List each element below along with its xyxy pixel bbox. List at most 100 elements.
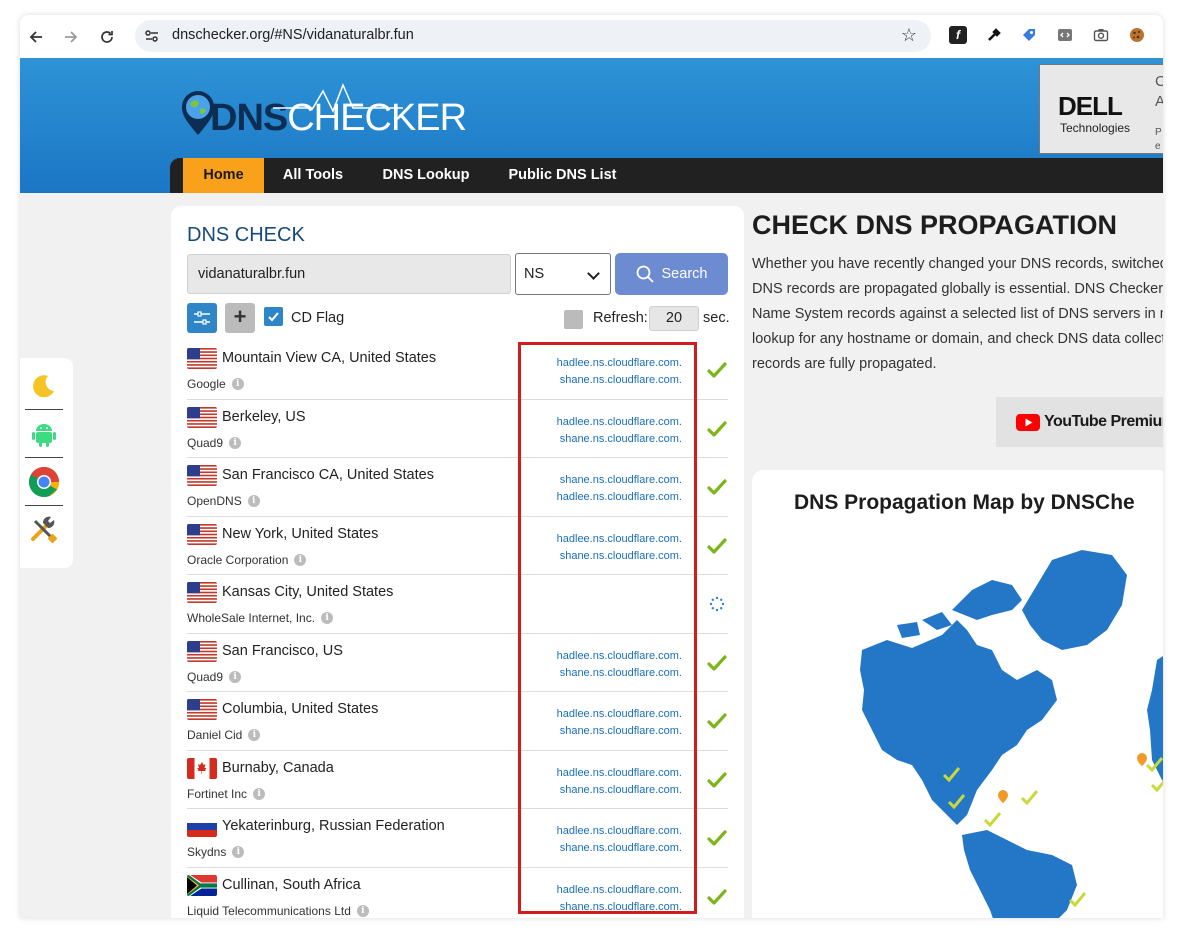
filter-settings-button[interactable] [187, 303, 217, 333]
back-icon[interactable] [23, 24, 49, 50]
forward-icon[interactable] [58, 24, 84, 50]
flag-us-icon [187, 465, 217, 486]
info-icon[interactable]: i [248, 729, 261, 741]
provider-name: Daniel Cid [187, 728, 243, 742]
check-icon [706, 652, 728, 674]
server-provider: OpenDNS i [187, 494, 260, 508]
sliders-icon [194, 311, 210, 325]
url-text: dnschecker.org/#NS/vidanaturalbr.fun [172, 27, 414, 43]
flag-us-icon [187, 348, 217, 369]
world-map[interactable] [752, 530, 1163, 918]
server-location: Berkeley, US [222, 408, 306, 425]
annotation-highlight-box [518, 342, 697, 914]
dell-ad-banner[interactable]: DELL Technologies C A P e [1039, 64, 1163, 154]
provider-name: Quad9 [187, 435, 224, 450]
pulse-line-decoration [273, 83, 403, 113]
bookmark-star-icon[interactable]: ☆ [901, 25, 917, 46]
info-icon[interactable]: i [229, 670, 242, 683]
cookie-icon[interactable] [1128, 26, 1146, 44]
server-location: San Francisco, US [222, 642, 343, 659]
eyedropper-icon[interactable] [985, 26, 1003, 44]
flag-ca-icon [187, 757, 217, 779]
info-icon[interactable]: i [231, 378, 244, 390]
provider-name: Quad9 [187, 669, 224, 684]
map-pin-icon [1137, 753, 1147, 766]
youtube-premium-ad[interactable]: YouTube Premium [996, 397, 1163, 447]
site-settings-icon[interactable] [143, 27, 161, 45]
info-icon[interactable]: i [247, 495, 260, 507]
server-provider: Quad9 i [187, 435, 242, 450]
dnschecker-logo[interactable]: DNSCHECKER [178, 83, 467, 143]
map-pin-icon [998, 790, 1008, 803]
cd-flag-checkbox[interactable] [264, 307, 283, 326]
info-icon[interactable]: i [356, 904, 369, 917]
nav-all-tools[interactable]: All Tools [270, 158, 356, 193]
nav-public-dns-list[interactable]: Public DNS List [495, 158, 630, 193]
server-provider: Oracle Corporation i [187, 553, 307, 567]
chrome-icon[interactable] [25, 458, 63, 506]
server-location: Yekaterinburg, Russian Federation [222, 818, 445, 834]
browser-window: dnschecker.org/#NS/vidanaturalbr.fun ☆ f [20, 15, 1163, 918]
ad-text-e: e [1155, 141, 1161, 152]
server-location: Columbia, United States [222, 701, 379, 717]
propagation-title: CHECK DNS PROPAGATION [752, 210, 1118, 240]
domain-input[interactable]: vidanaturalbr.fun [187, 254, 511, 294]
check-icon [706, 476, 728, 498]
description-line: Name System records against a selected l… [752, 306, 1163, 322]
server-location: New York, United States [222, 525, 379, 542]
extension-code-icon[interactable] [1056, 26, 1074, 44]
server-provider: Fortinet Inc i [187, 787, 266, 801]
refresh-checkbox[interactable] [564, 310, 583, 329]
loading-spinner-icon [706, 593, 728, 615]
propagation-map-card: DNS Propagation Map by DNSChe [752, 470, 1163, 918]
server-location: Mountain View CA, United States [222, 350, 437, 366]
description-line: records are fully propagated. [752, 356, 937, 372]
search-button-label: Search [661, 266, 708, 282]
info-icon[interactable]: i [232, 846, 245, 858]
extension-fx-icon[interactable]: f [949, 26, 967, 44]
flag-us-icon [187, 699, 217, 720]
nav-home[interactable]: Home [183, 158, 264, 193]
refresh-unit: sec. [703, 310, 730, 326]
dns-check-title: DNS CHECK [187, 224, 305, 246]
ad-text-a: A [1155, 93, 1163, 110]
refresh-seconds-input[interactable]: 20 [649, 306, 699, 331]
flag-za-icon [187, 874, 217, 896]
server-provider: Daniel Cid i [187, 728, 261, 742]
search-icon [636, 265, 654, 283]
reload-icon[interactable] [94, 24, 120, 50]
flag-ru-icon [187, 816, 217, 837]
android-icon[interactable] [25, 410, 63, 458]
info-icon[interactable]: i [253, 787, 266, 800]
server-location: Cullinan, South Africa [222, 876, 361, 893]
dark-mode-icon[interactable] [25, 362, 63, 410]
tools-icon[interactable] [25, 506, 63, 554]
server-provider: Google i [187, 377, 244, 391]
nav-dns-lookup[interactable]: DNS Lookup [370, 158, 482, 193]
check-icon [706, 535, 728, 557]
search-button[interactable]: Search [615, 253, 728, 295]
description-line: Whether you have recently changed your D… [752, 256, 1163, 272]
provider-name: Skydns [187, 845, 227, 859]
server-provider: WholeSale Internet, Inc. i [187, 611, 334, 625]
server-provider: Quad9 i [187, 669, 242, 684]
camera-icon[interactable] [1092, 26, 1110, 44]
server-provider: Skydns i [187, 845, 245, 859]
info-icon[interactable]: i [321, 612, 334, 624]
info-icon[interactable]: i [229, 436, 242, 449]
site-header: DNSCHECKER DELL Technologies C A P e Hom… [20, 58, 1163, 193]
server-location: Burnaby, Canada [222, 759, 334, 776]
address-bar[interactable]: dnschecker.org/#NS/vidanaturalbr.fun ☆ [135, 20, 931, 52]
youtube-premium-text: YouTube Premium [1044, 413, 1163, 430]
check-icon [706, 418, 728, 440]
check-icon [706, 359, 728, 381]
checkmark-icon [268, 312, 279, 322]
dell-logo: DELL [1058, 91, 1123, 121]
flag-us-icon [187, 406, 217, 428]
info-icon[interactable]: i [294, 553, 307, 566]
map-title: DNS Propagation Map by DNSChe [794, 491, 1135, 514]
add-server-button[interactable]: + [225, 303, 255, 333]
record-type-select[interactable]: NS [515, 253, 611, 295]
provider-name: OpenDNS [187, 494, 242, 508]
extension-tag-icon[interactable] [1020, 26, 1038, 44]
